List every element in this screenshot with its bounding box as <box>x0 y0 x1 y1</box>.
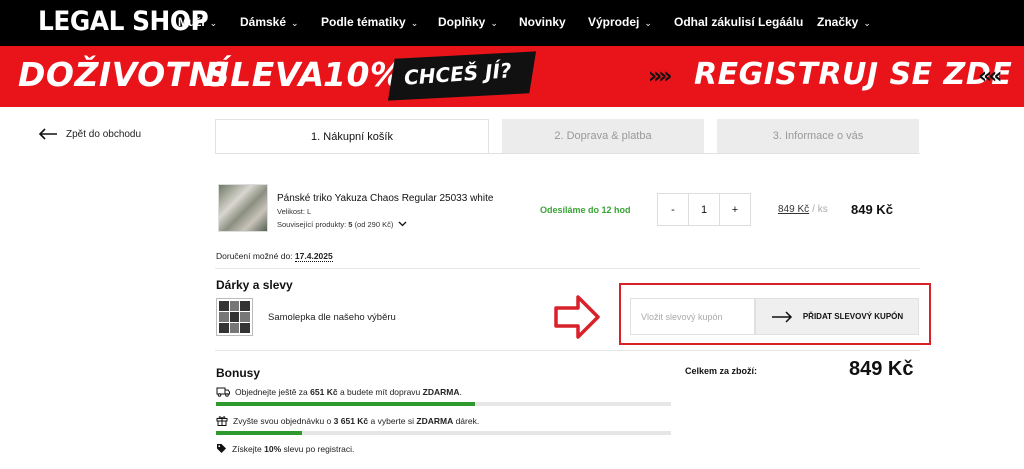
bonus-pre: Objednejte ještě za <box>235 387 308 397</box>
arrow-left-icon <box>38 128 57 140</box>
nav-label: Doplňky <box>438 15 486 29</box>
nav-label: Novinky <box>519 15 566 29</box>
nav-item-podle-tematiky[interactable]: Podle tématiky ⌄ <box>321 15 418 29</box>
nav-item-muzi[interactable]: Muži ⌄ <box>178 15 217 29</box>
related-label: Související produkty: <box>277 220 347 229</box>
total-value: 849 Kč <box>849 358 914 380</box>
back-to-shop-link[interactable]: Zpět do obchodu <box>38 128 141 140</box>
divider <box>215 350 920 351</box>
size-label: Velikost: <box>277 207 305 216</box>
nav-item-vyprodej[interactable]: Výprodej ⌄ <box>588 15 652 29</box>
chevron-down-icon: ⌄ <box>863 18 871 28</box>
related-products-toggle[interactable]: Související produkty: 5 (od 290 Kč) <box>277 220 407 229</box>
banner-text-sleva: SLEVA <box>206 55 325 94</box>
bonus-mid: a budete mít dopravu <box>339 387 421 397</box>
nav-item-doplnky[interactable]: Doplňky ⌄ <box>438 15 498 29</box>
chevron-down-icon: ⌄ <box>490 18 498 28</box>
divider <box>215 153 920 154</box>
tag-icon <box>217 444 226 453</box>
total-label: Celkem za zboží: <box>685 366 758 376</box>
nav-label: Dámské <box>240 15 287 29</box>
qty-decrease-button[interactable]: - <box>658 194 688 225</box>
chevron-down-icon: ⌄ <box>410 18 419 28</box>
bonus-mid: slevu po registraci. <box>283 443 355 454</box>
add-coupon-label: PŘIDAT SLEVOVÝ KUPÓN <box>802 312 904 321</box>
size-value: L <box>307 207 312 216</box>
nav-label: Odhal zákulisí Legáálu <box>674 15 804 29</box>
delivery-label: Doručení možné do: <box>216 251 293 261</box>
step-label: 1. Nákupní košík <box>311 130 393 143</box>
tab-shipping-payment[interactable]: 2. Doprava & platba <box>502 119 704 153</box>
qty-increase-button[interactable]: + <box>720 194 750 225</box>
nav-label: Podle tématiky <box>321 15 406 29</box>
bonus-pre: Získejte <box>232 443 262 454</box>
related-from: (od 290 Kč) <box>354 220 394 229</box>
truck-icon <box>216 387 230 397</box>
quantity-stepper: - 1 + <box>657 193 751 226</box>
related-count: 5 <box>348 220 353 229</box>
banner-text-dozivotni: DOŽIVOTNÍ <box>18 55 230 94</box>
nav-item-znacky[interactable]: Značky ⌄ <box>817 15 871 29</box>
bonus-amount: 10% <box>264 443 282 454</box>
chevrons-right-icon: »» <box>648 64 673 89</box>
bonus-pre: Zvyšte svou objednávku o <box>233 415 332 426</box>
delivery-date-value: 17.4.2025 <box>294 251 333 262</box>
bonus-amount: 3 651 Kč <box>333 415 369 426</box>
arrow-right-icon <box>771 310 792 323</box>
sticker-image <box>216 298 253 336</box>
gift-icon <box>216 416 228 426</box>
unit-price-value: 849 Kč <box>778 204 810 215</box>
free-shipping-progress <box>216 402 671 406</box>
step-label: 3. Informace o vás <box>772 130 864 142</box>
delivery-date: Doručení možné do: 17.4.2025 <box>216 251 333 262</box>
divider <box>215 268 920 269</box>
coupon-input[interactable] <box>630 298 755 335</box>
chevron-down-icon: ⌄ <box>644 18 652 28</box>
bonus-registration: Získejte 10% slevu po registraci. <box>216 443 354 454</box>
qty-value[interactable]: 1 <box>688 194 720 225</box>
unit-price: 849 Kč / ks <box>778 204 828 215</box>
nav-item-damske[interactable]: Dámské ⌄ <box>240 15 299 29</box>
bonus-free-gift: Zvyšte svou objednávku o 3 651 Kč a vybe… <box>216 415 479 426</box>
shipping-time: Odesíláme do 12 hod <box>540 205 631 215</box>
free-gift-progress <box>216 431 671 435</box>
banner-cta: REGISTRUJ SE ZDE <box>694 57 1013 92</box>
nav-item-novinky[interactable]: Novinky <box>519 15 566 29</box>
progress-fill <box>216 402 476 406</box>
tab-customer-info[interactable]: 3. Informace o vás <box>717 119 919 153</box>
bonus-post: dárek. <box>455 415 480 426</box>
line-total: 849 Kč <box>851 202 893 217</box>
nav-label: Výprodej <box>588 15 640 29</box>
step-label: 2. Doprava & platba <box>554 130 652 142</box>
chevron-down-icon <box>398 221 407 227</box>
product-image[interactable] <box>218 184 268 232</box>
add-coupon-button[interactable]: PŘIDAT SLEVOVÝ KUPÓN <box>755 298 919 335</box>
bonus-amount: 651 Kč <box>310 387 338 397</box>
bonus-free-shipping: Objednejte ještě za 651 Kč a budete mít … <box>216 387 462 397</box>
progress-fill <box>216 431 303 435</box>
nav-label: Značky <box>817 15 859 29</box>
bonus-mid: a vyberte si <box>370 415 414 426</box>
nav-item-odhal-zakulisi[interactable]: Odhal zákulisí Legáálu <box>674 15 803 29</box>
bonus-bold: ZDARMA <box>422 387 460 397</box>
unit-suffix: / ks <box>812 204 828 215</box>
bonus-post: . <box>459 387 462 397</box>
gifts-title: Dárky a slevy <box>216 278 293 292</box>
promo-banner[interactable]: DOŽIVOTNÍ SLEVA 10% CHCEŠ JÍ? »» REGISTR… <box>0 46 1024 107</box>
gift-item-label: Samolepka dle našeho výběru <box>268 312 396 323</box>
chevron-down-icon: ⌄ <box>209 18 218 28</box>
chevrons-left-icon: «« <box>978 64 1003 89</box>
chevron-down-icon: ⌄ <box>291 18 299 28</box>
bonus-bold: ZDARMA <box>416 415 454 426</box>
product-name[interactable]: Pánské triko Yakuza Chaos Regular 25033 … <box>277 193 493 204</box>
tab-cart[interactable]: 1. Nákupní košík <box>215 119 489 153</box>
nav-label: Muži <box>178 15 205 29</box>
top-navigation: LEGAL SHOP Muži ⌄ Dámské ⌄ Podle tématiky ⌄… <box>0 0 1024 46</box>
arrow-right-icon <box>554 295 600 339</box>
back-label: Zpět do obchodu <box>66 128 142 140</box>
bonus-title: Bonusy <box>216 366 261 380</box>
product-size: Velikost: L <box>277 207 311 216</box>
